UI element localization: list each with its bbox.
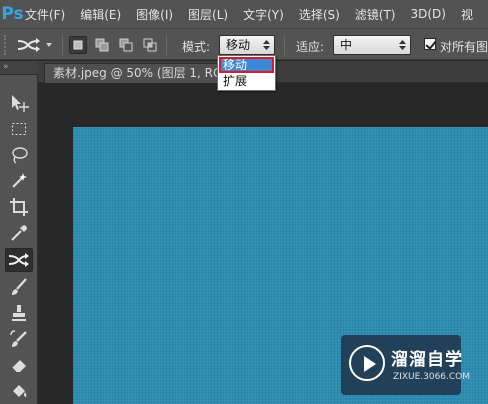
mode-option-move[interactable]: 移动	[219, 57, 274, 73]
menu-image[interactable]: 图像(I)	[136, 6, 173, 23]
subtract-selection-icon	[119, 38, 133, 52]
mode-select-value: 移动	[226, 38, 251, 52]
mode-label: 模式:	[182, 40, 211, 54]
watermark: 溜溜自学 ZIXUE.3066.COM	[341, 335, 470, 395]
tools-panel: »	[0, 61, 38, 404]
watermark-title: 溜溜自学	[391, 350, 463, 370]
adapt-select[interactable]: 中	[333, 35, 411, 55]
select-arrows-icon	[399, 40, 406, 50]
crop-tool-icon	[10, 198, 28, 216]
separator	[166, 35, 167, 55]
content-aware-move-icon	[17, 38, 52, 52]
marquee-tool-icon	[12, 123, 26, 135]
lasso-tool-icon	[12, 147, 28, 164]
add-to-selection-button[interactable]	[93, 36, 111, 54]
content-aware-move-tool[interactable]	[5, 248, 33, 272]
move-tool[interactable]	[5, 91, 33, 115]
options-bar-grip[interactable]	[4, 35, 9, 55]
brush-tool[interactable]	[5, 275, 33, 299]
menu-edit[interactable]: 编辑(E)	[80, 6, 121, 23]
menu-bar: Ps 文件(F) 编辑(E) 图像(I) 图层(L) 文字(Y) 选择(S) 滤…	[0, 0, 488, 28]
intersect-selection-button[interactable]	[141, 36, 159, 54]
sample-all-layers-label: 对所有图	[440, 40, 488, 54]
adapt-select-value: 中	[340, 38, 353, 52]
eraser-icon	[11, 360, 26, 373]
marquee-tool[interactable]	[5, 117, 33, 141]
menu-file[interactable]: 文件(F)	[25, 6, 65, 23]
magic-wand-tool[interactable]	[5, 169, 33, 193]
menu-type[interactable]: 文字(Y)	[243, 6, 284, 23]
new-selection-button[interactable]	[69, 36, 87, 54]
paint-bucket-icon	[13, 385, 27, 397]
subtract-selection-button[interactable]	[117, 36, 135, 54]
tools-panel-header[interactable]: »	[0, 61, 38, 75]
magic-wand-icon	[12, 173, 27, 188]
menu-filter[interactable]: 滤镜(T)	[355, 6, 396, 23]
history-brush-icon	[10, 330, 27, 347]
menu-select[interactable]: 选择(S)	[299, 6, 340, 23]
photoshop-logo[interactable]: Ps	[0, 0, 25, 28]
history-brush-tool[interactable]	[5, 327, 33, 351]
clone-stamp-tool[interactable]	[5, 301, 33, 325]
brush-tool-icon	[12, 278, 27, 295]
separator	[284, 35, 285, 55]
watermark-url: ZIXUE.3066.COM	[393, 372, 471, 382]
separator	[62, 35, 63, 55]
mode-option-extend[interactable]: 扩展	[219, 74, 274, 90]
collapse-panel-icon[interactable]: »	[3, 62, 8, 72]
content-aware-move-icon	[8, 253, 29, 267]
adapt-label: 适应:	[296, 40, 325, 54]
select-arrows-icon	[263, 40, 270, 50]
eraser-tool[interactable]	[5, 353, 33, 377]
menu-layer[interactable]: 图层(L)	[188, 6, 228, 23]
eyedropper-tool[interactable]	[5, 221, 33, 245]
eyedropper-icon	[11, 225, 27, 241]
crop-tool[interactable]	[5, 195, 33, 219]
tool-preset-picker[interactable]	[16, 35, 58, 55]
clone-stamp-icon	[12, 305, 26, 321]
play-logo-icon	[349, 345, 385, 381]
menu-view[interactable]: 视	[461, 6, 473, 23]
add-selection-icon	[95, 38, 109, 52]
move-tool-icon	[12, 95, 29, 112]
intersect-selection-icon	[143, 38, 157, 52]
paint-bucket-tool[interactable]	[5, 379, 33, 403]
lasso-tool[interactable]	[5, 143, 33, 167]
new-selection-icon	[73, 40, 83, 50]
mode-select[interactable]: 移动	[219, 35, 275, 55]
menu-3d[interactable]: 3D(D)	[411, 7, 446, 21]
sample-all-layers-checkbox[interactable]	[424, 38, 436, 50]
mode-dropdown-menu: 移动 扩展	[217, 55, 276, 91]
